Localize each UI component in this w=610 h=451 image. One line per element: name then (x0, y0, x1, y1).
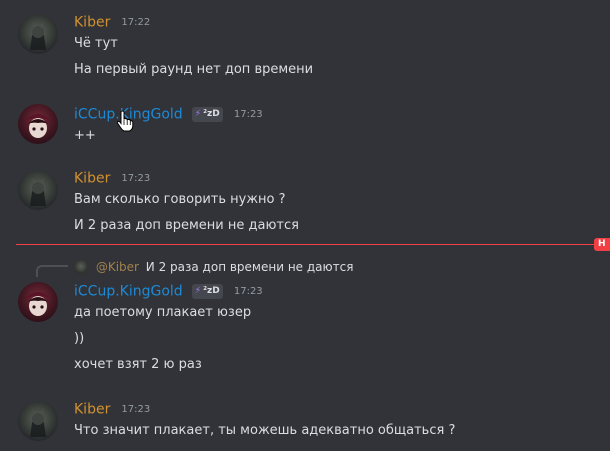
server-tag[interactable]: ⚡ ²zD (191, 107, 223, 122)
server-tag-label: ²zD (203, 109, 220, 119)
kiber-avatar-art (30, 409, 46, 437)
bolt-icon: ⚡ (194, 286, 202, 296)
kiber-avatar-art (30, 22, 46, 50)
message-text: На первый раунд нет доп времени (74, 62, 314, 77)
reply-text[interactable]: И 2 раза доп времени не даются (146, 260, 354, 274)
reply-author[interactable]: @Kiber (96, 260, 139, 274)
server-tag-label: ²zD (203, 286, 220, 296)
kinggold-avatar-art (24, 114, 52, 138)
author-name[interactable]: Kiber (74, 15, 110, 31)
message-text: хочет взят 2 ю раз (74, 357, 202, 372)
author-name[interactable]: Kiber (74, 171, 110, 187)
message-header: Kiber 17:23 (74, 168, 150, 188)
timestamp[interactable]: 17:23 (121, 404, 150, 415)
server-tag[interactable]: ⚡ ²zD (191, 284, 223, 299)
message-text: Чё тут (74, 36, 118, 51)
timestamp[interactable]: 17:23 (234, 286, 263, 297)
message-header: iCCup.KingGold ⚡ ²zD 17:23 (74, 281, 263, 301)
message-text: )) (74, 331, 85, 346)
hand-pointer-icon (116, 110, 134, 132)
new-messages-divider (16, 244, 602, 245)
avatar[interactable] (18, 401, 58, 441)
message-text: ++ (74, 128, 96, 143)
message-text: да поетому плакает юзер (74, 305, 252, 320)
message-text: Что значит плакает, ты можешь адекватно … (74, 423, 456, 438)
chat-messages: Kiber 17:22 Чё тут На первый раунд нет д… (0, 0, 610, 451)
timestamp[interactable]: 17:23 (234, 109, 263, 120)
message-text: Вам сколько говорить нужно ? (74, 192, 286, 207)
reply-avatar (74, 259, 88, 274)
bolt-icon: ⚡ (194, 109, 202, 119)
reply-preview[interactable]: @Kiber И 2 раза доп времени не даются (74, 259, 353, 275)
reply-spine (36, 265, 68, 277)
avatar[interactable] (18, 170, 58, 210)
kiber-avatar-art (30, 178, 46, 206)
message-header: iCCup.KingGold ⚡ ²zD 17:23 (74, 104, 263, 124)
author-name[interactable]: Kiber (74, 402, 110, 418)
timestamp[interactable]: 17:22 (121, 17, 150, 28)
message-header: Kiber 17:22 (74, 12, 150, 32)
message-header: Kiber 17:23 (74, 399, 150, 419)
avatar[interactable] (18, 104, 58, 144)
avatar[interactable] (18, 14, 58, 54)
new-messages-badge: Н (594, 238, 610, 251)
author-name[interactable]: iCCup.KingGold (74, 284, 183, 300)
message-text: И 2 раза доп времени не даются (74, 218, 299, 233)
kinggold-avatar-art (24, 292, 52, 316)
timestamp[interactable]: 17:23 (121, 173, 150, 184)
avatar[interactable] (18, 282, 58, 322)
